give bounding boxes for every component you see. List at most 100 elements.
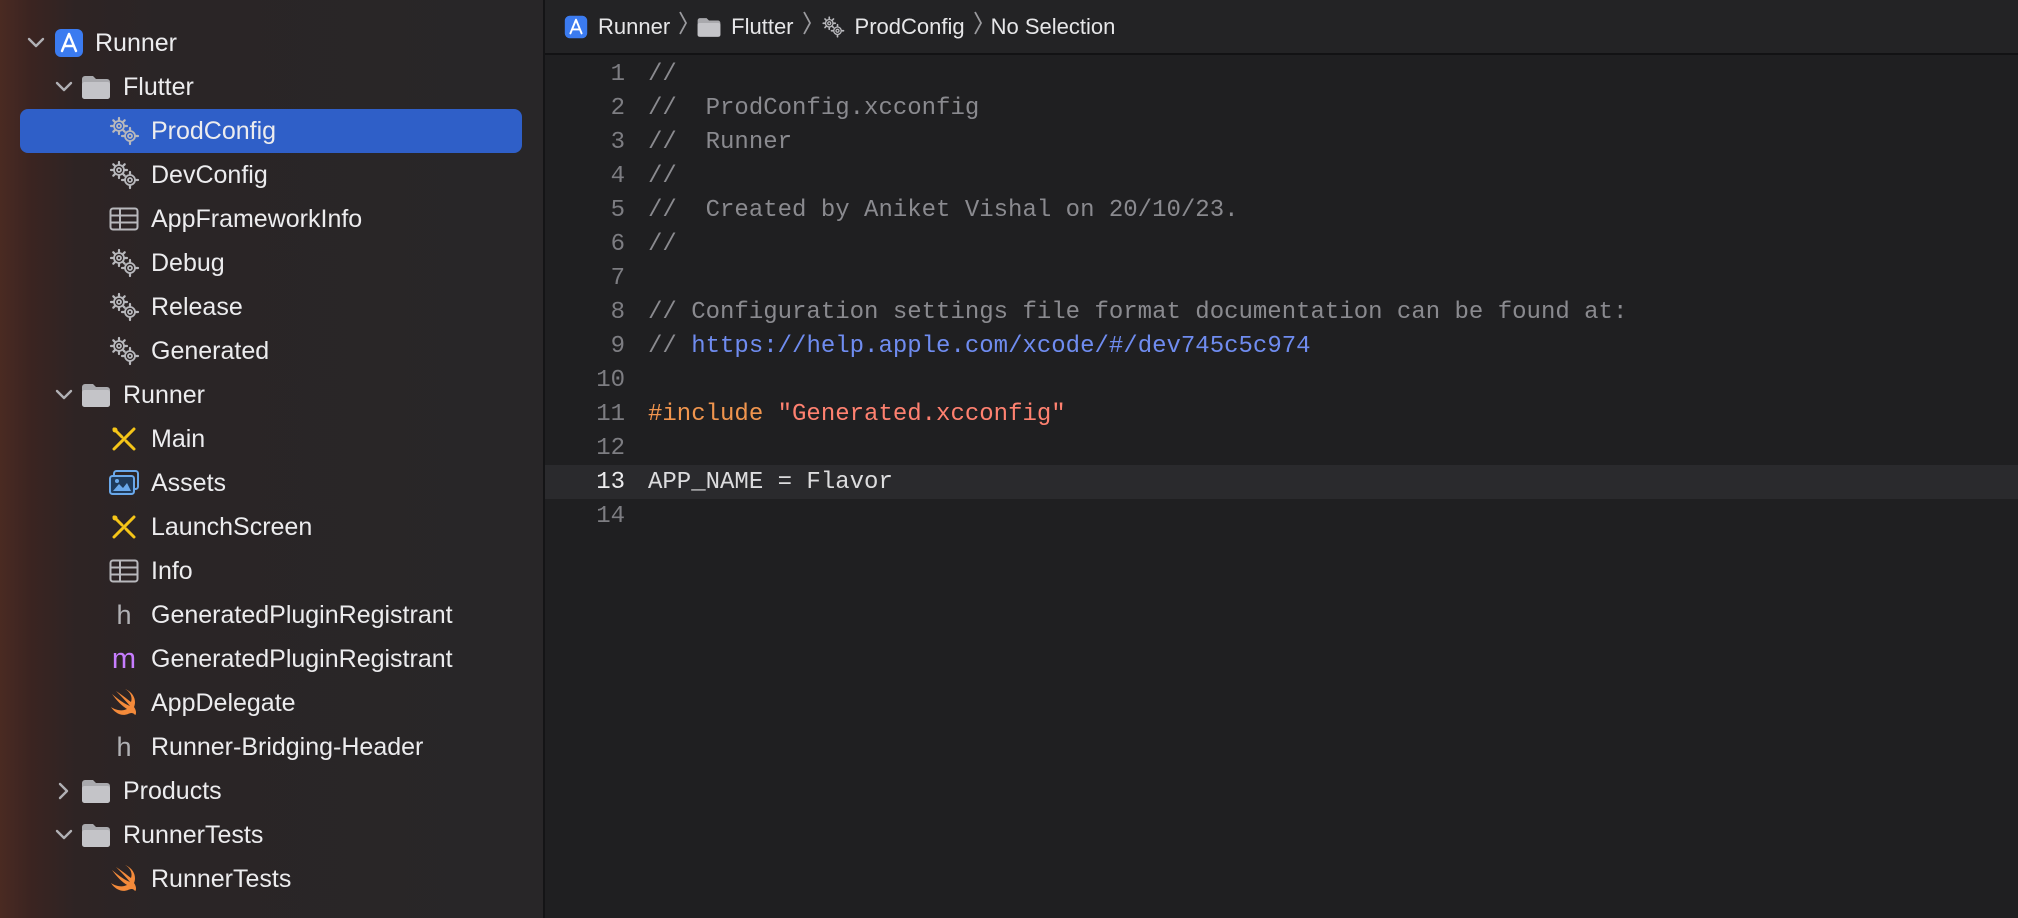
navigator-item-label: Debug: [151, 248, 225, 277]
chevron-down-icon[interactable]: [53, 824, 75, 846]
navigator-item-runner[interactable]: Runner: [0, 373, 543, 417]
code-link[interactable]: https://help.apple.com/xcode/#/dev745c5c…: [691, 333, 1310, 360]
breadcrumb-prodconfig[interactable]: ProdConfig: [820, 14, 965, 40]
navigator-item-debug[interactable]: Debug: [0, 241, 543, 285]
navigator-item-main[interactable]: Main: [0, 417, 543, 461]
breadcrumb-runner[interactable]: Runner: [563, 14, 670, 40]
navigator-item-label: Assets: [151, 468, 227, 497]
navigator-item-generatedpluginregistrant[interactable]: h GeneratedPluginRegistrant: [0, 593, 543, 637]
code-text: // Configuration settings file format do…: [648, 299, 1627, 326]
navigator-item-runnertests[interactable]: RunnerTests: [0, 857, 543, 901]
code-text: // https://help.apple.com/xcode/#/dev745…: [648, 333, 1311, 360]
code-token: // Configuration settings file format do…: [648, 298, 1628, 326]
navigator-item-generatedpluginregistrant[interactable]: m GeneratedPluginRegistrant: [0, 637, 543, 681]
code-text: APP_NAME = Flavor: [648, 469, 893, 496]
code-line[interactable]: 2 // ProdConfig.xcconfig: [545, 91, 2018, 125]
chevron-down-icon[interactable]: [53, 384, 75, 406]
code-token: APP_NAME = Flavor: [648, 468, 893, 496]
navigator-item-info[interactable]: Info: [0, 549, 543, 593]
code-line[interactable]: 6 //: [545, 227, 2018, 261]
code-token: //: [648, 230, 677, 258]
breadcrumb-separator-icon: [973, 10, 983, 43]
breadcrumb-separator-icon: [802, 10, 812, 43]
gears-icon: [108, 248, 140, 278]
table-icon: [108, 204, 140, 234]
code-line[interactable]: 1 //: [545, 57, 2018, 91]
navigator-item-label: Products: [123, 776, 222, 805]
navigator-item-release[interactable]: Release: [0, 285, 543, 329]
navigator-item-generated[interactable]: Generated: [0, 329, 543, 373]
navigator-item-label: ProdConfig: [151, 116, 277, 145]
chevron-down-icon[interactable]: [25, 32, 47, 54]
navigator-item-runnertests[interactable]: RunnerTests: [0, 813, 543, 857]
code-line[interactable]: 10: [545, 363, 2018, 397]
project-icon: [53, 28, 85, 58]
line-number: 7: [610, 264, 625, 292]
code-line[interactable]: 7: [545, 261, 2018, 295]
navigator-item-label: Release: [151, 292, 243, 321]
navigator-item-runner-bridging-header[interactable]: h Runner-Bridging-Header: [0, 725, 543, 769]
line-number: 1: [610, 60, 625, 88]
code-line[interactable]: 14: [545, 499, 2018, 533]
folder-icon: [80, 72, 112, 102]
swift-icon: [108, 688, 140, 718]
navigator-item-label: DevConfig: [151, 160, 268, 189]
navigator-item-products[interactable]: Products: [0, 769, 543, 813]
line-number: 4: [610, 162, 625, 190]
line-number: 2: [610, 94, 625, 122]
folder-icon: [696, 15, 722, 39]
code-line[interactable]: 8 // Configuration settings file format d…: [545, 295, 2018, 329]
navigator-item-appdelegate[interactable]: AppDelegate: [0, 681, 543, 725]
code-line[interactable]: 13 APP_NAME = Flavor: [545, 465, 2018, 499]
gears-icon: [108, 336, 140, 366]
navigator-item-devconfig[interactable]: DevConfig: [0, 153, 543, 197]
navigator-item-runner[interactable]: Runner: [0, 21, 543, 65]
code-text: #include "Generated.xcconfig": [648, 401, 1066, 428]
code-line[interactable]: 11 #include "Generated.xcconfig": [545, 397, 2018, 431]
code-text: // Runner: [648, 129, 792, 156]
code-line[interactable]: 9 // https://help.apple.com/xcode/#/dev74…: [545, 329, 2018, 363]
code-line[interactable]: 3 // Runner: [545, 125, 2018, 159]
navigator-item-appframeworkinfo[interactable]: AppFrameworkInfo: [0, 197, 543, 241]
gears-icon: [108, 292, 140, 322]
line-number: 3: [610, 128, 625, 156]
navigator-item-label: Runner: [95, 28, 177, 57]
line-number: 13: [596, 468, 625, 496]
line-number: 6: [610, 230, 625, 258]
storyboard-icon: [108, 512, 140, 542]
code-line[interactable]: 4 //: [545, 159, 2018, 193]
line-number: 11: [596, 400, 625, 428]
header-file-icon: h: [116, 599, 132, 630]
chevron-right-icon[interactable]: [53, 780, 75, 802]
folder-icon: [80, 820, 112, 850]
code-token: // Created by Aniket Vishal on 20/10/23.: [648, 196, 1239, 224]
navigator-item-label: AppDelegate: [151, 688, 296, 717]
navigator-item-launchscreen[interactable]: LaunchScreen: [0, 505, 543, 549]
project-icon: [563, 15, 589, 39]
navigator-item-label: RunnerTests: [123, 820, 264, 849]
gears-icon: [108, 116, 140, 146]
code-token: //: [648, 60, 677, 88]
line-number: 9: [610, 332, 625, 360]
breadcrumb-flutter[interactable]: Flutter: [696, 14, 794, 40]
chevron-down-icon[interactable]: [53, 76, 75, 98]
header-file-icon: h: [116, 731, 132, 762]
code-line[interactable]: 12: [545, 431, 2018, 465]
navigator-item-assets[interactable]: Assets: [0, 461, 543, 505]
xcode-window: Runner Flutter ProdConfig DevConfig AppF…: [0, 0, 2018, 918]
project-navigator[interactable]: Runner Flutter ProdConfig DevConfig AppF…: [0, 0, 545, 918]
navigator-tree: Runner Flutter ProdConfig DevConfig AppF…: [0, 21, 543, 901]
code-text: //: [648, 61, 677, 88]
source-editor[interactable]: Runner Flutter ProdConfig No Selection 1 /…: [545, 0, 2018, 918]
breadcrumb-separator-icon: [678, 10, 688, 43]
breadcrumb-no-selection[interactable]: No Selection: [991, 14, 1116, 40]
code-token: // ProdConfig.xcconfig: [648, 94, 980, 122]
navigator-item-prodconfig[interactable]: ProdConfig: [0, 109, 543, 153]
line-number: 14: [596, 502, 625, 530]
code-area[interactable]: 1 // 2 // ProdConfig.xcconfig 3 // Runner 4 // 5…: [545, 57, 2018, 918]
code-text: //: [648, 163, 677, 190]
code-text: //: [648, 231, 677, 258]
code-line[interactable]: 5 // Created by Aniket Vishal on 20/10/23…: [545, 193, 2018, 227]
navigator-item-label: LaunchScreen: [151, 512, 313, 541]
navigator-item-flutter[interactable]: Flutter: [0, 65, 543, 109]
